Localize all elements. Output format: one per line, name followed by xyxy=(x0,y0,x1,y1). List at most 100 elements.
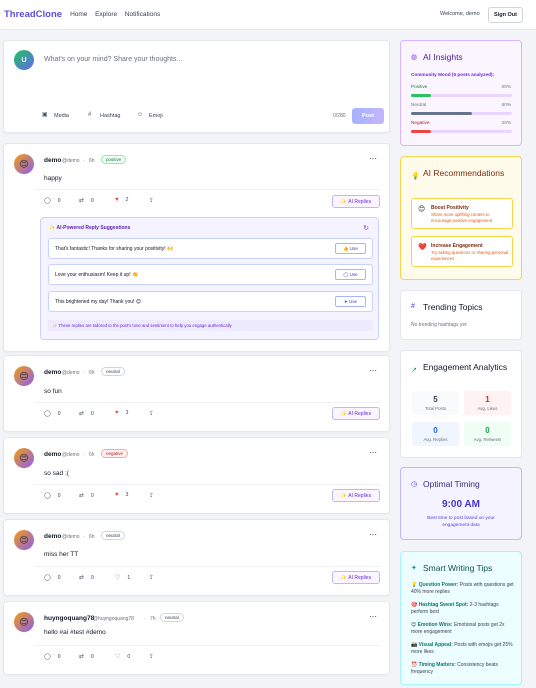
share-icon: ⇪ xyxy=(149,654,155,660)
post-time: 6h xyxy=(89,370,95,376)
image-icon: ▣ xyxy=(42,112,48,118)
like-button[interactable]: ♡ 1 xyxy=(115,574,130,582)
mood-label-negative: Negative xyxy=(411,120,430,125)
more-options-icon[interactable]: ⋯ xyxy=(369,366,377,375)
post-text: so sad :( xyxy=(44,470,69,477)
like-button[interactable]: ♥ 2 xyxy=(115,197,128,203)
use-reply-button[interactable]: ◯ Use xyxy=(335,269,366,280)
post-avatar[interactable]: 😊 xyxy=(14,366,34,386)
media-button[interactable]: ▣ Media xyxy=(42,112,69,119)
post-text: so fun xyxy=(44,388,62,395)
reply-suggestion[interactable]: That's fantastic! Thanks for sharing you… xyxy=(48,238,373,259)
post-author[interactable]: huyngoquang78 xyxy=(44,615,94,622)
post-avatar[interactable]: 😊 xyxy=(14,448,34,468)
post-avatar[interactable]: 😊 xyxy=(14,612,34,632)
trending-topics-card: # Trending Topics No trending hashtags y… xyxy=(400,290,522,340)
refresh-icon[interactable]: ↻ xyxy=(363,224,369,232)
post-author[interactable]: demo xyxy=(44,533,61,540)
recommendation-item[interactable]: 😊 Boost Positivity Share more uplifting … xyxy=(411,198,513,229)
comment-icon: ◯ xyxy=(44,493,51,499)
post-avatar[interactable]: 😊 xyxy=(14,530,34,550)
lightbulb-icon: 💡 xyxy=(411,173,420,180)
camera-icon: 📸 xyxy=(411,642,418,648)
reply-suggestion[interactable]: Love your enthusiasm! Keep it up! 👏 ◯ Us… xyxy=(48,264,373,285)
repost-button[interactable]: ⇄ 0 xyxy=(79,492,94,500)
comment-button[interactable]: ◯ 0 xyxy=(44,197,61,205)
sparkle-icon: ✨ xyxy=(340,493,348,499)
mood-value-negative: 20% xyxy=(501,120,511,125)
comment-button[interactable]: ◯ 0 xyxy=(44,410,61,418)
ai-replies-button[interactable]: ✨ AI Replies xyxy=(332,489,380,502)
reply-suggestions-panel: ✨ AI-Powered Reply Suggestions ↻ That's … xyxy=(40,217,379,340)
sentiment-badge: neutral xyxy=(101,531,125,540)
reply-text: This brightened my day! Thank you! 😊 xyxy=(55,299,141,305)
more-options-icon[interactable]: ⋯ xyxy=(369,154,377,163)
share-button[interactable]: ⇪ xyxy=(149,653,161,660)
post-time: 6h xyxy=(89,158,95,164)
recommendation-item[interactable]: ❤️ Increase Engagement Try asking questi… xyxy=(411,236,513,267)
repost-button[interactable]: ⇄ 0 xyxy=(79,410,94,418)
ai-replies-button[interactable]: ✨ AI Replies xyxy=(332,407,380,420)
heart-outline-icon: ♡ xyxy=(115,654,121,660)
hashtag-button[interactable]: # Hashtag xyxy=(88,112,121,119)
emoji-button[interactable]: ☺ Emoji xyxy=(137,112,163,119)
heart-icon: ❤️ xyxy=(418,244,427,251)
nav-notifications[interactable]: Notifications xyxy=(125,11,160,18)
ai-insights-card: ◍ AI Insights Community Mood (5 posts an… xyxy=(400,40,522,146)
analytics-title: Engagement Analytics xyxy=(423,362,508,372)
repost-icon: ⇄ xyxy=(79,654,85,660)
user-avatar: U xyxy=(14,50,34,70)
reply-suggestion[interactable]: This brightened my day! Thank you! 😊 ➤ U… xyxy=(48,291,373,312)
composer-input[interactable]: What's on your mind? Share your thoughts… xyxy=(44,56,182,63)
comment-icon: ◯ xyxy=(44,654,51,660)
like-button[interactable]: ♥ 3 xyxy=(115,492,128,498)
nav-explore[interactable]: Explore xyxy=(95,11,117,18)
nav-home[interactable]: Home xyxy=(70,11,87,18)
post-author[interactable]: demo xyxy=(44,157,61,164)
sentiment-badge: neutral xyxy=(160,613,184,622)
more-options-icon[interactable]: ⋯ xyxy=(369,448,377,457)
share-button[interactable]: ⇪ xyxy=(149,492,161,499)
repost-button[interactable]: ⇄ 0 xyxy=(79,653,94,661)
use-reply-button[interactable]: 👍 Use xyxy=(335,243,366,254)
ai-replies-button[interactable]: ✨ AI Replies xyxy=(332,571,380,584)
brand-logo[interactable]: ThreadClone xyxy=(4,9,62,20)
smiley-icon: 😊 xyxy=(418,206,426,213)
post-author[interactable]: demo xyxy=(44,369,61,376)
like-button[interactable]: ♡ 0 xyxy=(115,653,130,661)
post-avatar[interactable]: 😊 xyxy=(14,154,34,174)
mood-value-positive: 20% xyxy=(501,84,511,89)
top-navbar: ThreadClone Home Explore Notifications W… xyxy=(0,0,536,30)
repost-icon: ⇄ xyxy=(79,493,85,499)
post-dot: · xyxy=(144,616,146,622)
comment-button[interactable]: ◯ 0 xyxy=(44,574,61,582)
stat-avg-replies: 0 Avg. Replies xyxy=(412,422,459,446)
repost-icon: ⇄ xyxy=(79,575,85,581)
divider xyxy=(34,402,381,403)
sparkle-icon: ✨ xyxy=(49,225,56,231)
post-author[interactable]: demo xyxy=(44,451,61,458)
reply-suggestions-title: ✨ AI-Powered Reply Suggestions xyxy=(49,225,131,231)
comment-button[interactable]: ◯ 0 xyxy=(44,492,61,500)
share-button[interactable]: ⇪ xyxy=(149,574,161,581)
heart-icon: ♥ xyxy=(115,410,119,416)
recommendation-title: Boost Positivity xyxy=(431,205,469,211)
tip-item: 💡 Question Power: Posts with questions g… xyxy=(411,582,514,595)
post-button[interactable]: Post xyxy=(352,108,384,124)
reply-text: That's fantastic! Thanks for sharing you… xyxy=(55,246,174,252)
more-options-icon[interactable]: ⋯ xyxy=(369,530,377,539)
more-options-icon[interactable]: ⋯ xyxy=(369,612,377,621)
ai-replies-button[interactable]: ✨ AI Replies xyxy=(332,195,380,208)
use-reply-button[interactable]: ➤ Use xyxy=(335,296,366,307)
repost-button[interactable]: ⇄ 0 xyxy=(79,574,94,582)
comment-button[interactable]: ◯ 0 xyxy=(44,653,61,661)
share-button[interactable]: ⇪ xyxy=(149,197,161,204)
share-icon: ⇪ xyxy=(149,411,155,417)
sign-out-button[interactable]: Sign Out xyxy=(488,7,523,23)
ai-recommendations-card: 💡 AI Recommendations 😊 Boost Positivity … xyxy=(400,156,522,280)
like-button[interactable]: ♥ 3 xyxy=(115,410,128,416)
repost-button[interactable]: ⇄ 0 xyxy=(79,197,94,205)
divider xyxy=(34,484,381,485)
ai-recommendations-title: AI Recommendations xyxy=(423,168,505,178)
share-button[interactable]: ⇪ xyxy=(149,410,161,417)
